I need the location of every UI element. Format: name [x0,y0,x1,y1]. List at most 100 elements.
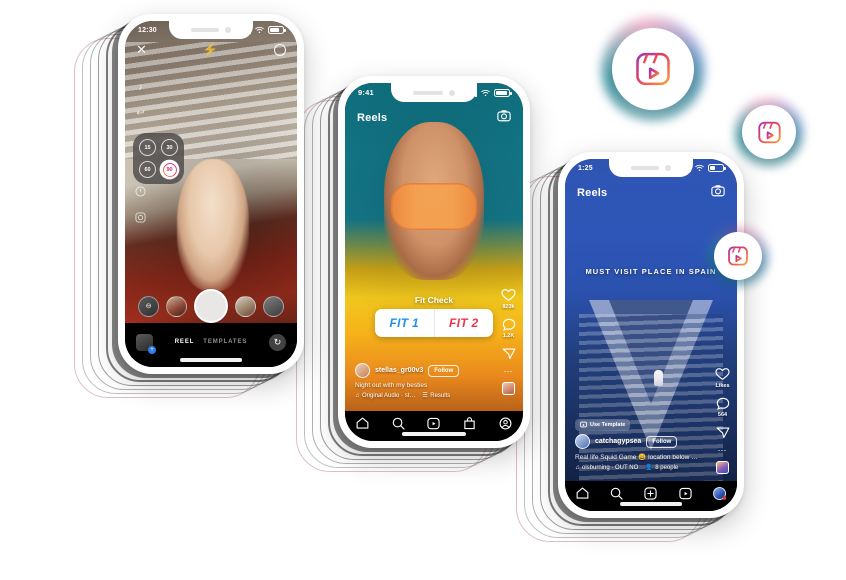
home-indicator [180,358,242,362]
comment-button[interactable]: 564 [716,397,730,418]
music-note-icon[interactable]: ♪ [134,81,147,94]
camera-mode-tabs: REEL TEMPLATES [175,339,248,345]
phone3-screen: 1:25 Reels MUST VISIT PLACE IN SPAIN Lik… [565,159,737,511]
poll-title: Fit Check [414,295,454,305]
people-label: 8 people [655,464,679,471]
duration-option-15[interactable]: 15 [139,139,156,156]
phone3-notch [609,159,693,177]
avatar[interactable] [355,363,370,378]
wifi-icon [255,26,264,33]
poll-results-link[interactable]: ☰ Results [422,392,450,400]
avatar[interactable] [575,434,590,449]
more-options-icon[interactable]: ⋯ [504,367,514,376]
timer-icon[interactable] [134,185,147,198]
front-camera-dot [225,27,232,33]
effect-warm-button[interactable] [166,295,187,317]
audio-thumbnail[interactable] [716,461,729,474]
status-time: 9:41 [358,88,374,97]
people-tagged[interactable]: 👤 8 people [645,464,679,472]
username[interactable]: stellas_gr00v3 [375,367,423,374]
poll-options[interactable]: FIT 1 FIT 2 [375,309,493,337]
audio-row: ♫ Original Audio · st… ☰ Results [355,392,489,400]
like-button[interactable]: 823k [501,288,516,310]
follow-button[interactable]: Follow [646,435,678,448]
duration-option-90[interactable]: 90 [161,161,178,178]
bottom-navigation [565,481,737,511]
home-indicator [401,432,467,436]
caption: Night out with my besties [355,381,428,389]
audio-track[interactable]: ♫ Original Audio · st… [355,393,415,399]
poll-option-fit2[interactable]: FIT 2 [435,309,494,337]
status-time: 1:25 [578,164,593,172]
battery-icon [494,88,512,97]
like-count: 823k [502,303,515,310]
phone2-screen: 9:41 Reels Fit Check FIT 1 FIT 2 823k 1.… [345,83,523,441]
reel-meta-block: stellas_gr00v3 Follow Night out with my … [355,363,489,399]
camera-icon[interactable] [711,184,725,202]
bubble-body [742,105,796,159]
tab-templates[interactable]: TEMPLATES [203,339,247,345]
like-button[interactable]: Likes [715,367,730,389]
bottom-navigation [345,411,523,441]
flash-off-icon[interactable]: ⚡ [202,43,218,56]
reels-icon[interactable] [679,487,692,500]
profile-avatar[interactable] [713,486,727,500]
audio-label: olsburning · OUT NO [582,464,639,471]
subject-figure [654,370,664,387]
tab-reel[interactable]: REEL [175,339,195,345]
home-icon[interactable] [356,417,369,430]
undo-arrow-icon[interactable]: ↩ [134,107,147,120]
front-camera-dot [448,89,455,96]
effect-mono-button[interactable] [263,295,284,317]
gallery-thumbnail[interactable] [136,333,156,354]
reels-badge-medium [734,97,804,167]
audio-thumbnail[interactable] [502,382,515,395]
comment-button[interactable]: 1.2K [502,318,516,339]
create-icon[interactable] [644,486,658,500]
page-title: Reels [357,112,388,124]
bubble-body [714,232,762,280]
clip-duration-selector[interactable]: 15 30 60 90 [133,133,184,184]
audio-label: Original Audio · st… [362,392,416,399]
duration-option-60[interactable]: 60 [139,161,156,178]
follow-button[interactable]: Follow [428,364,460,377]
reels-badge-large [601,17,705,121]
close-icon[interactable]: ✕ [136,43,147,56]
flip-camera-icon[interactable]: ↻ [268,333,286,351]
phone-mockup-fit-check: 9:41 Reels Fit Check FIT 1 FIT 2 823k 1.… [338,76,530,448]
wifi-icon [481,89,490,96]
profile-icon[interactable] [499,417,512,430]
share-button[interactable] [502,347,516,360]
username[interactable]: catchagypsea [595,438,641,445]
home-icon[interactable] [576,487,589,500]
reels-icon[interactable] [427,417,441,430]
phone1-screen: 12:30 ✕ ⚡ ♪ ↩ 1× [125,21,297,367]
shop-icon[interactable] [463,416,476,430]
camera-icon[interactable] [497,109,511,127]
battery-icon [708,164,726,172]
record-button[interactable] [194,289,228,323]
reels-badge-small [707,225,769,287]
use-template-badge[interactable]: Use Template [575,418,631,431]
share-button[interactable] [716,426,730,439]
duration-option-30[interactable]: 30 [161,139,178,156]
battery-icon [268,26,286,34]
search-icon[interactable] [392,417,405,430]
effects-icon[interactable] [134,211,147,224]
effects-carousel: ⊖ [125,289,297,323]
reels-header: Reels [345,109,523,127]
template-icon [580,421,587,428]
status-time: 12:30 [138,26,157,34]
effect-none-button[interactable]: ⊖ [138,295,159,317]
comment-count: 1.2K [502,333,515,339]
capture-ring-icon[interactable] [274,43,286,56]
phone1-notch [169,21,253,39]
poll-option-fit1[interactable]: FIT 1 [375,309,435,337]
more-options-icon[interactable]: ⋯ [718,446,728,455]
author-row: catchagypsea Follow [575,434,705,449]
home-indicator [620,502,682,506]
camera-top-controls: ✕ ⚡ [125,43,297,56]
effect-soft-button[interactable] [235,295,256,317]
search-icon[interactable] [610,487,623,500]
audio-track[interactable]: ♫ olsburning · OUT NO [575,465,638,471]
